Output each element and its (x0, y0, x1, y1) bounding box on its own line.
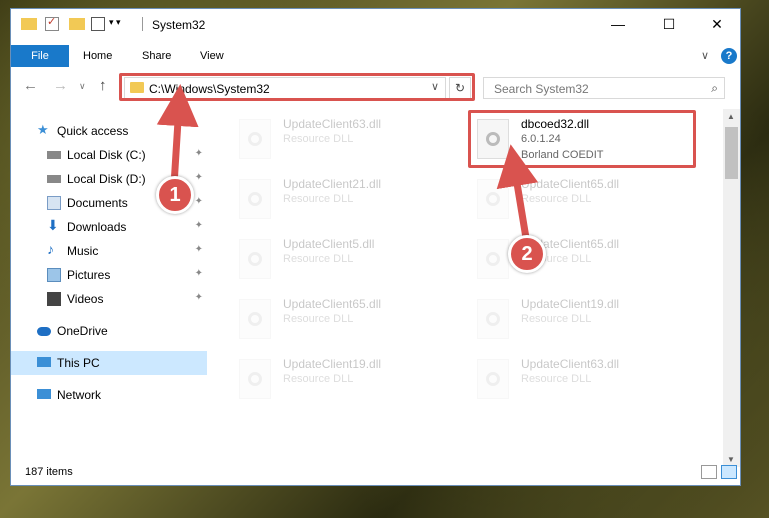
annotation-arrows (156, 84, 539, 245)
step-1-badge: 1 (156, 176, 194, 214)
arrow-to-address (156, 84, 199, 186)
arrow-to-file (496, 144, 539, 245)
step-2-badge: 2 (508, 235, 546, 273)
